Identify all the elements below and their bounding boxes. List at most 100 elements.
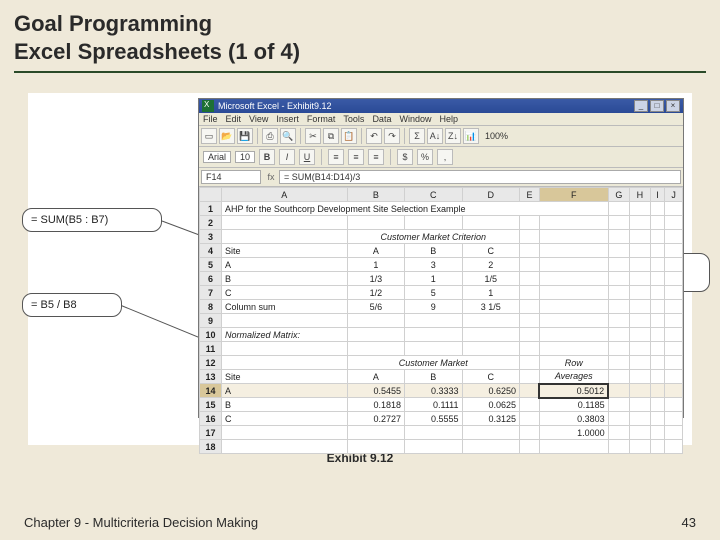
cell-G7[interactable] [608, 286, 629, 300]
cell-D16[interactable]: 0.3125 [462, 412, 519, 426]
cell-F12[interactable]: Row [539, 356, 608, 370]
cell-C9[interactable] [405, 314, 462, 328]
col-header-F[interactable]: F [539, 188, 608, 202]
open-icon[interactable]: 📂 [219, 128, 235, 144]
formula-input[interactable]: = SUM(B14:D14)/3 [279, 170, 681, 184]
cell-I7[interactable] [650, 286, 665, 300]
cell-J1[interactable] [665, 202, 683, 216]
row-header-13[interactable]: 13 [200, 370, 222, 384]
currency-icon[interactable]: $ [397, 149, 413, 165]
cell-B9[interactable] [347, 314, 404, 328]
cell-C17[interactable] [405, 426, 462, 440]
cell-F11[interactable] [539, 342, 608, 356]
cell-E10[interactable] [519, 328, 539, 342]
row-header-12[interactable]: 12 [200, 356, 222, 370]
row-header-9[interactable]: 9 [200, 314, 222, 328]
zoom-level[interactable]: 100% [485, 131, 508, 141]
col-header-J[interactable]: J [665, 188, 683, 202]
cell-J4[interactable] [665, 244, 683, 258]
cell-C4[interactable]: B [405, 244, 462, 258]
col-header-D[interactable]: D [462, 188, 519, 202]
row-header-1[interactable]: 1 [200, 202, 222, 216]
font-name-select[interactable]: Arial [203, 151, 231, 163]
cell-I2[interactable] [650, 216, 665, 230]
cell-J8[interactable] [665, 300, 683, 314]
cell-B6[interactable]: 1/3 [347, 272, 404, 286]
cell-A17[interactable] [222, 426, 348, 440]
cell-C18[interactable] [405, 440, 462, 454]
align-center-icon[interactable]: ≡ [348, 149, 364, 165]
cell-A2[interactable] [222, 216, 348, 230]
fx-icon[interactable]: fx [263, 172, 279, 182]
cell-C13[interactable]: B [405, 370, 462, 384]
cell-I9[interactable] [650, 314, 665, 328]
col-header-E[interactable]: E [519, 188, 539, 202]
cell-I16[interactable] [650, 412, 665, 426]
menu-help[interactable]: Help [439, 114, 458, 124]
cell-F2[interactable] [539, 216, 608, 230]
row-header-3[interactable]: 3 [200, 230, 222, 244]
cell-H11[interactable] [630, 342, 651, 356]
cell-H3[interactable] [630, 230, 651, 244]
row-header-5[interactable]: 5 [200, 258, 222, 272]
cell-B15[interactable]: 0.1818 [347, 398, 404, 412]
cell-G15[interactable] [608, 398, 629, 412]
cell-J18[interactable] [665, 440, 683, 454]
cell-G12[interactable] [608, 356, 629, 370]
cell-D17[interactable] [462, 426, 519, 440]
row-header-2[interactable]: 2 [200, 216, 222, 230]
cell-F15[interactable]: 0.1185 [539, 398, 608, 412]
cell-E4[interactable] [519, 244, 539, 258]
cell-J15[interactable] [665, 398, 683, 412]
cell-J13[interactable] [665, 370, 683, 384]
row-header-7[interactable]: 7 [200, 286, 222, 300]
sort-desc-icon[interactable]: Z↓ [445, 128, 461, 144]
menu-view[interactable]: View [249, 114, 268, 124]
cell-A14[interactable]: A [222, 384, 348, 398]
cell-E15[interactable] [519, 398, 539, 412]
cell-H16[interactable] [630, 412, 651, 426]
cell-C10[interactable] [405, 328, 462, 342]
cell-J3[interactable] [665, 230, 683, 244]
cell-E11[interactable] [519, 342, 539, 356]
cell-A7[interactable]: C [222, 286, 348, 300]
cell-G10[interactable] [608, 328, 629, 342]
cell-J9[interactable] [665, 314, 683, 328]
row-header-17[interactable]: 17 [200, 426, 222, 440]
col-header-H[interactable]: H [630, 188, 651, 202]
cell-I12[interactable] [650, 356, 665, 370]
cell-G6[interactable] [608, 272, 629, 286]
cell-B7[interactable]: 1/2 [347, 286, 404, 300]
cell-H7[interactable] [630, 286, 651, 300]
maximize-button[interactable]: □ [650, 100, 664, 112]
cell-G18[interactable] [608, 440, 629, 454]
cell-E16[interactable] [519, 412, 539, 426]
cell-C16[interactable]: 0.5555 [405, 412, 462, 426]
font-size-select[interactable]: 10 [235, 151, 255, 163]
select-all-cell[interactable] [200, 188, 222, 202]
col-header-G[interactable]: G [608, 188, 629, 202]
copy-icon[interactable]: ⧉ [323, 128, 339, 144]
cell-D13[interactable]: C [462, 370, 519, 384]
cell-E2[interactable] [519, 216, 539, 230]
cell-G8[interactable] [608, 300, 629, 314]
cell-G1[interactable] [608, 202, 629, 216]
cell-C2[interactable] [405, 216, 462, 230]
cell-F5[interactable] [539, 258, 608, 272]
autosum-icon[interactable]: Σ [409, 128, 425, 144]
save-icon[interactable]: 💾 [237, 128, 253, 144]
percent-icon[interactable]: % [417, 149, 433, 165]
chart-icon[interactable]: 📊 [463, 128, 479, 144]
cell-H1[interactable] [630, 202, 651, 216]
cell-D8[interactable]: 3 1/5 [462, 300, 519, 314]
col-header-C[interactable]: C [405, 188, 462, 202]
paste-icon[interactable]: 📋 [341, 128, 357, 144]
col-header-B[interactable]: B [347, 188, 404, 202]
cell-D7[interactable]: 1 [462, 286, 519, 300]
cell-E12[interactable] [519, 356, 539, 370]
cell-A18[interactable] [222, 440, 348, 454]
cell-C7[interactable]: 5 [405, 286, 462, 300]
cell-C11[interactable] [405, 342, 462, 356]
cell-H2[interactable] [630, 216, 651, 230]
cell-I13[interactable] [650, 370, 665, 384]
